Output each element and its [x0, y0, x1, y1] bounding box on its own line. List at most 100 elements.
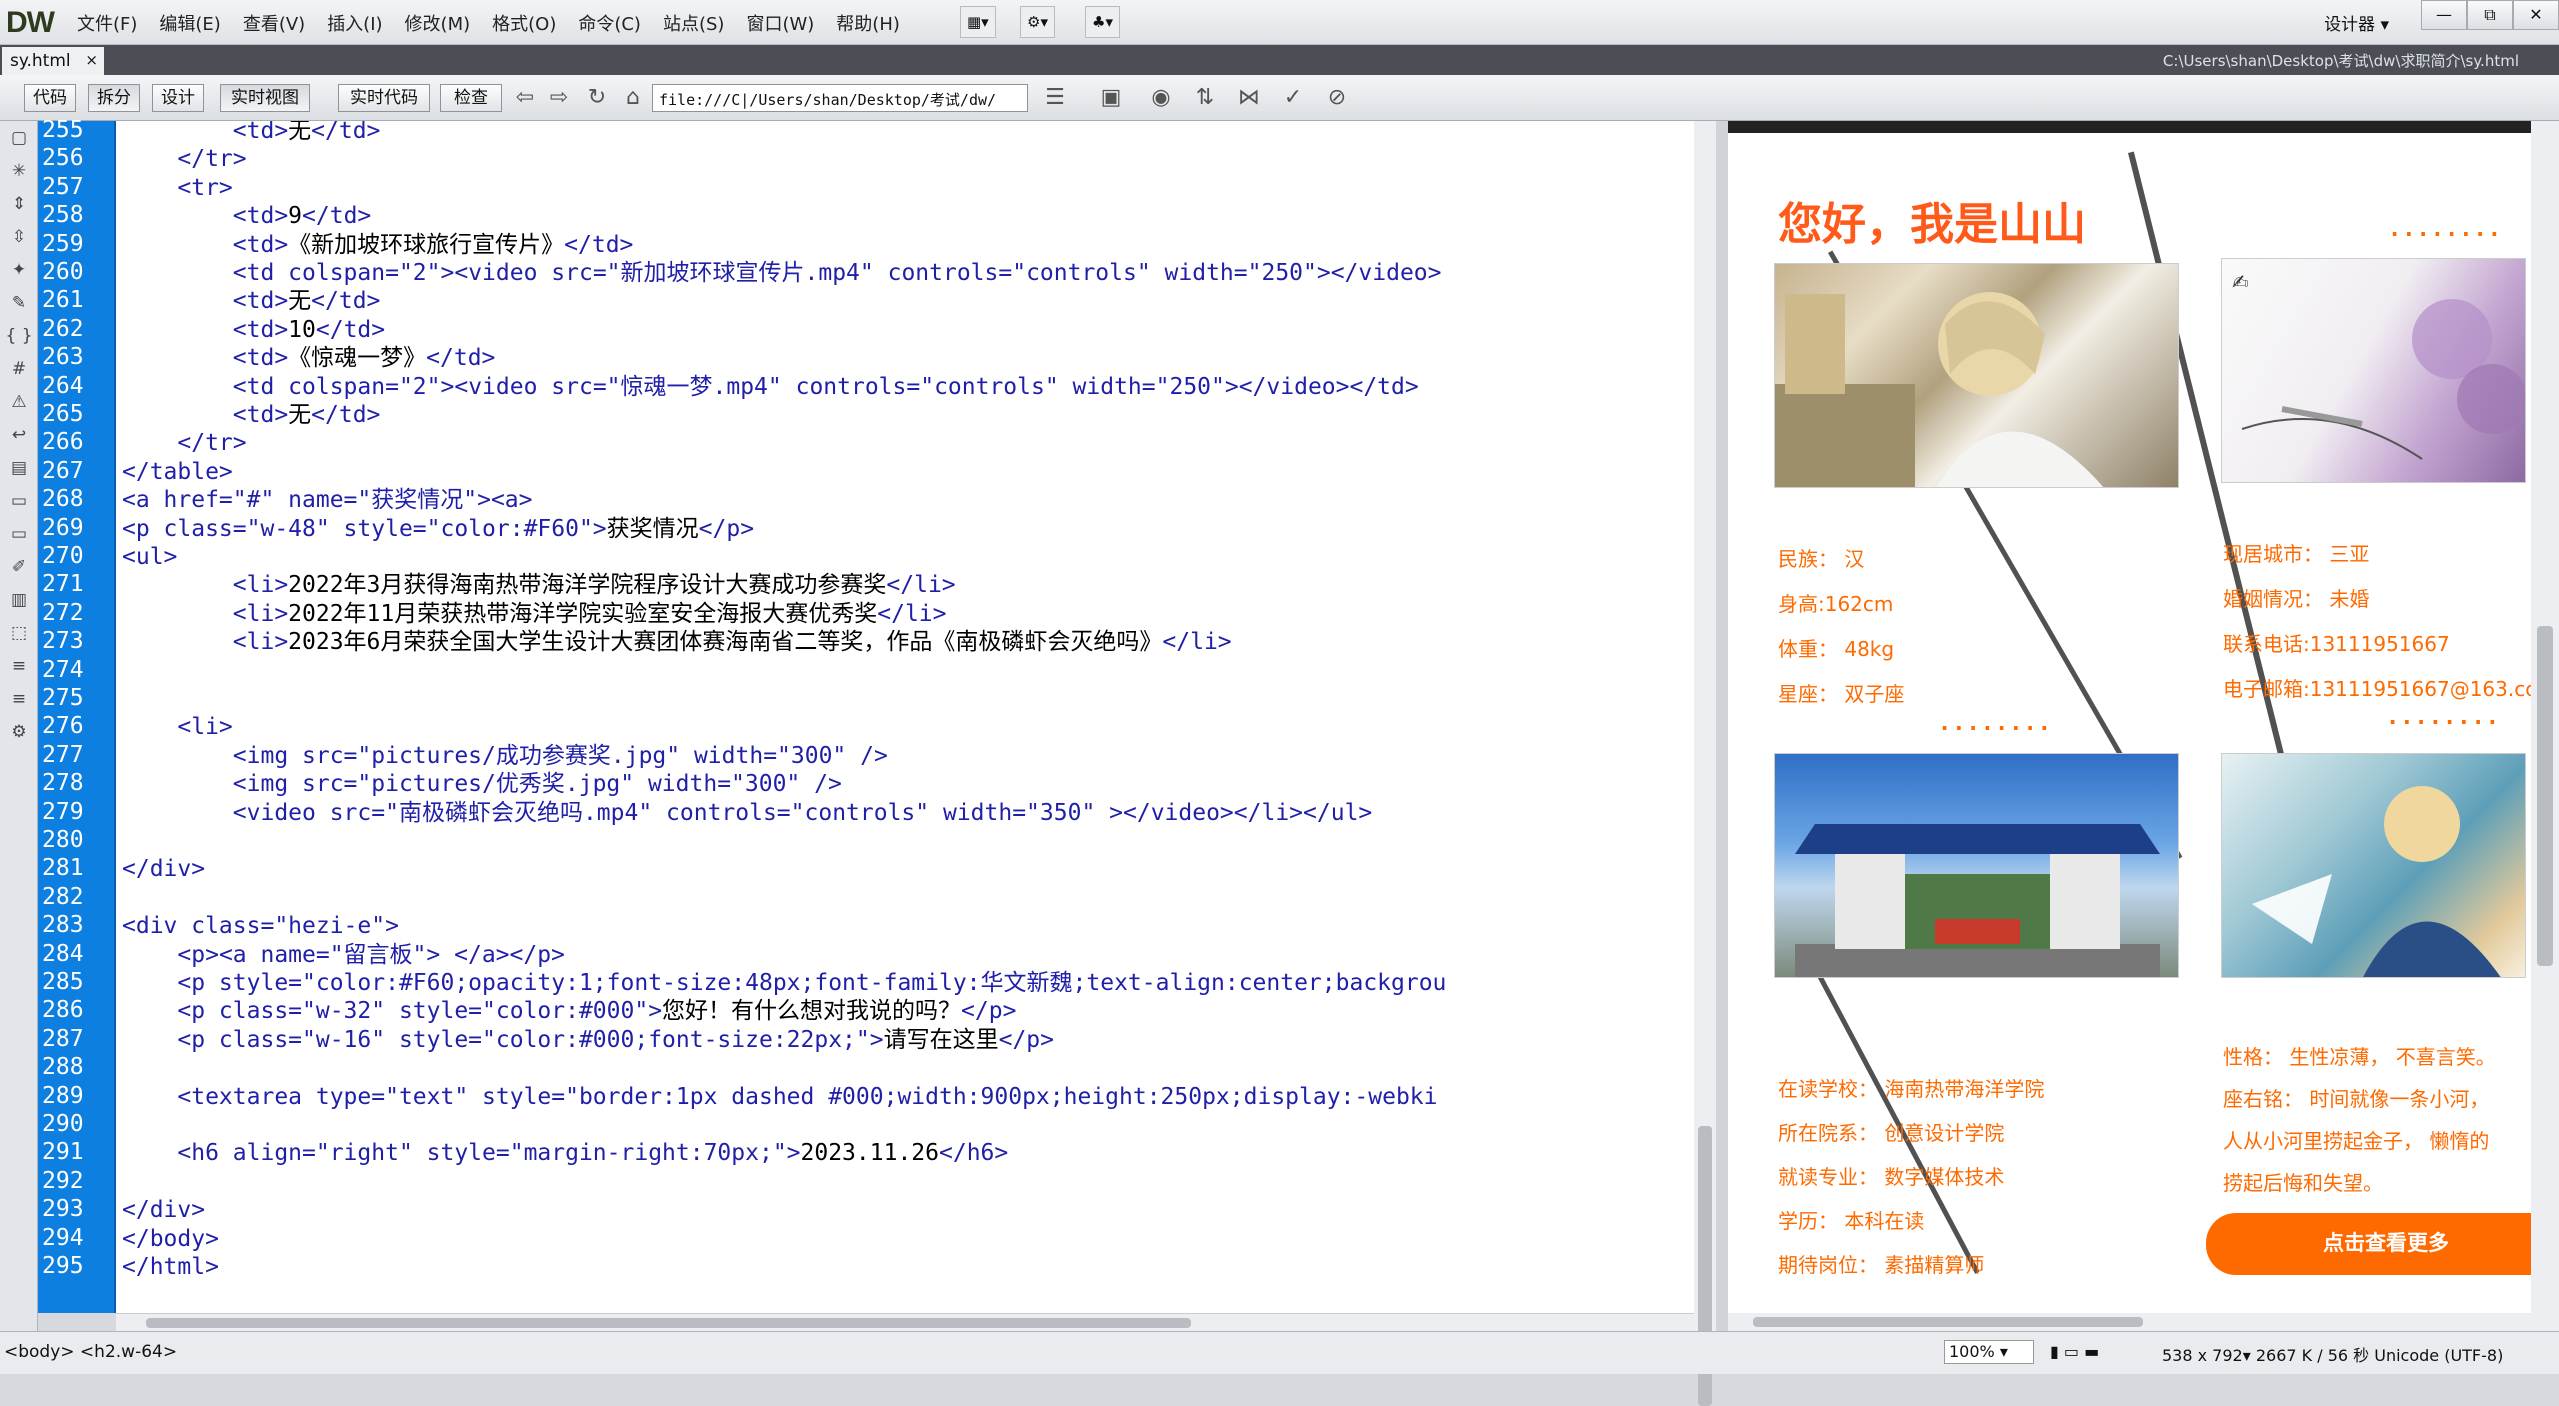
- highlight-invalid-icon[interactable]: ⚠: [4, 388, 34, 418]
- close-icon[interactable]: ×: [85, 51, 98, 69]
- multiscreen-icon[interactable]: ▣: [1096, 85, 1126, 113]
- info-city: 现居城市： 三亚: [2223, 542, 2370, 566]
- expand-all-icon[interactable]: ✦: [4, 256, 34, 286]
- letter-figure: [2252, 786, 2501, 977]
- line-number: 281: [42, 855, 84, 882]
- workspace-switcher[interactable]: 设计器 ▾: [2324, 10, 2389, 35]
- collapse-selection-icon[interactable]: ⇳: [4, 223, 34, 253]
- menu-site[interactable]: 站点(S): [652, 10, 735, 36]
- code-line: <p><a name="留言板"> </a></p>: [177, 941, 565, 968]
- menu-insert[interactable]: 插入(I): [316, 10, 393, 36]
- restore-button[interactable]: ⧉: [2467, 0, 2513, 30]
- info-position: 期待岗位： 素描精算师: [1778, 1253, 1985, 1277]
- live-view-pane: 您好，我是山山 ........ ✍ 民族： 汉 身高:162cm 体重： 48…: [1728, 121, 2559, 1313]
- select-parent-tag-icon[interactable]: ✎: [4, 289, 34, 319]
- line-numbers-icon[interactable]: #: [4, 355, 34, 385]
- layout-dropdown[interactable]: ▦▾: [960, 6, 996, 38]
- outdent-icon[interactable]: ≡: [4, 685, 34, 715]
- collapse-tag-icon[interactable]: ⇕: [4, 190, 34, 220]
- back-icon[interactable]: ⇦: [510, 85, 540, 113]
- show-code-navigator-icon[interactable]: ✳: [4, 157, 34, 187]
- line-number: 295: [42, 1253, 84, 1279]
- document-tab-bar: sy.html × C:\Users\shan\Desktop\考试\dw\求职…: [0, 45, 2559, 75]
- live-vertical-scrollbar[interactable]: [2531, 121, 2559, 1331]
- menu-file[interactable]: 文件(F): [66, 10, 148, 36]
- menu-window[interactable]: 窗口(W): [735, 10, 825, 36]
- live-code-button[interactable]: 实时代码: [338, 84, 430, 112]
- scroll-thumb[interactable]: [2537, 626, 2553, 966]
- line-number: 287: [42, 1025, 84, 1052]
- move-css-icon[interactable]: ⬚: [4, 619, 34, 649]
- forward-icon[interactable]: ⇨: [544, 85, 574, 113]
- live-title: 您好，我是山山: [1778, 199, 2086, 250]
- feather-illustration: ✍: [2232, 270, 2525, 460]
- file-management-icon[interactable]: ⇅: [1190, 85, 1220, 113]
- menu-view[interactable]: 查看(V): [232, 10, 316, 36]
- code-line: <td>《新加坡环球旅行宣传片》</td>: [232, 231, 634, 258]
- design-view-button[interactable]: 设计: [152, 84, 204, 112]
- address-field[interactable]: file:///C|/Users/shan/Desktop/考试/dw/: [652, 84, 1028, 112]
- syntax-error-icon[interactable]: ▤: [4, 454, 34, 484]
- page-options-icon[interactable]: ☰: [1040, 85, 1070, 113]
- line-number: 294: [42, 1224, 84, 1251]
- recent-snippets-icon[interactable]: ▥: [4, 586, 34, 616]
- view-size-icons[interactable]: ▮ ▭ ▬: [2050, 1342, 2099, 1361]
- apply-comment-icon[interactable]: ▭: [4, 487, 34, 517]
- line-number: 265: [42, 401, 84, 427]
- open-documents-icon[interactable]: ▢: [4, 124, 34, 154]
- line-number: 280: [42, 827, 84, 853]
- motto-line: 座右铭： 时间就像一条小河，: [2223, 1087, 2490, 1111]
- code-view-button[interactable]: 代码: [24, 84, 76, 112]
- document-tab[interactable]: sy.html ×: [2, 47, 104, 75]
- indent-icon[interactable]: ≡: [4, 652, 34, 682]
- live-view-button[interactable]: 实时视图: [220, 84, 310, 112]
- dotted-divider: ........: [2388, 217, 2502, 242]
- browser-compat-icon[interactable]: ⊘: [1322, 85, 1352, 113]
- zoom-select[interactable]: 100% ▾: [1944, 1340, 2034, 1364]
- menu-modify[interactable]: 修改(M): [394, 10, 482, 36]
- document-toolbar: 代码 拆分 设计 实时视图 实时代码 检查 ⇦ ⇨ ↻ ⌂ file:///C|…: [0, 75, 2559, 121]
- scroll-thumb[interactable]: [146, 1318, 1191, 1328]
- inspect-button[interactable]: 检查: [440, 84, 502, 112]
- menu-help[interactable]: 帮助(H): [825, 10, 911, 36]
- menu-format[interactable]: 格式(O): [481, 10, 567, 36]
- code-line: <img src="pictures/优秀奖.jpg" width="300" …: [232, 771, 842, 798]
- motto-line: 性格： 生性凉薄， 不喜言笑。: [2223, 1045, 2496, 1069]
- info-ethnicity: 民族： 汉: [1778, 547, 1865, 571]
- tag-selector[interactable]: <body> <h2.w-64>: [4, 1342, 177, 1362]
- live-horizontal-scrollbar[interactable]: [1728, 1313, 2531, 1331]
- minimize-button[interactable]: —: [2421, 0, 2467, 30]
- scroll-thumb[interactable]: [1753, 1317, 2143, 1327]
- refresh-icon[interactable]: ↻: [582, 85, 612, 113]
- code-line: <td>10</td>: [232, 316, 386, 343]
- code-line: <li>2022年11月荣获热带海洋学院实验室安全海报大赛优秀奖</li>: [232, 600, 947, 627]
- extend-dropdown[interactable]: ⚙▾: [1020, 6, 1055, 38]
- menu-commands[interactable]: 命令(C): [567, 10, 652, 36]
- gear-icon: ⚙▾: [1027, 13, 1048, 31]
- wrap-tag-icon[interactable]: ✐: [4, 553, 34, 583]
- visual-aids-icon[interactable]: ⋈: [1234, 85, 1264, 113]
- view-more-button[interactable]: 点击查看更多: [2206, 1213, 2559, 1275]
- format-source-icon[interactable]: ⚙: [4, 718, 34, 748]
- info-department: 所在院系： 创意设计学院: [1778, 1121, 2005, 1145]
- split-view-button[interactable]: 拆分: [88, 84, 140, 112]
- split-divider[interactable]: [1716, 121, 1728, 1331]
- line-number: 260: [42, 259, 84, 285]
- preview-browser-icon[interactable]: ◉: [1146, 85, 1176, 113]
- code-editor[interactable]: <td>无</td> </tr> <tr> <td>9</td> <td>《新加…: [116, 121, 1694, 1313]
- home-icon[interactable]: ⌂: [618, 85, 648, 113]
- site-dropdown[interactable]: ♣▾: [1085, 6, 1120, 38]
- validate-icon[interactable]: ✓: [1278, 85, 1308, 113]
- code-line: </tr>: [177, 146, 247, 173]
- balance-braces-icon[interactable]: { }: [4, 322, 34, 352]
- close-button[interactable]: ✕: [2513, 0, 2559, 30]
- code-horizontal-scrollbar[interactable]: [116, 1313, 1694, 1331]
- remove-comment-icon[interactable]: ▭: [4, 520, 34, 550]
- menu-edit[interactable]: 编辑(E): [148, 10, 231, 36]
- line-number: 288: [42, 1054, 84, 1081]
- code-vertical-scrollbar[interactable]: [1694, 121, 1716, 1406]
- code-line: <textarea type="text" style="border:1px …: [122, 1083, 1438, 1110]
- code-line: </table>: [122, 458, 233, 485]
- line-number: 270: [42, 543, 84, 569]
- word-wrap-icon[interactable]: ↩: [4, 421, 34, 451]
